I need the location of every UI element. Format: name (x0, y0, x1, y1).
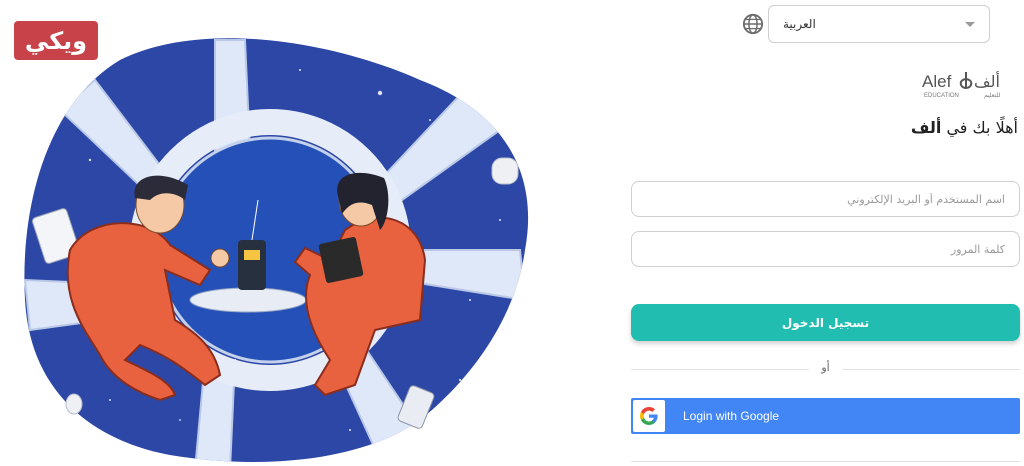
welcome-brand: ألف (910, 118, 942, 137)
chevron-down-icon (965, 21, 975, 27)
username-input[interactable] (631, 181, 1020, 217)
alef-education-logo: Alef ألف EDUCATION للتعليم (922, 71, 1000, 99)
or-divider: أو (631, 360, 1020, 380)
welcome-prefix: أهلًا بك في (946, 118, 1018, 137)
floating-canister (491, 157, 519, 185)
logo-sub-arabic: للتعليم (984, 92, 1000, 99)
login-page: ويكي العربية Alef ألف EDUCATION للتعليم … (0, 0, 1024, 466)
language-select-label: العربية (783, 17, 816, 31)
floating-capsule (65, 393, 83, 415)
or-label: أو (821, 361, 830, 374)
brand-badge[interactable]: ويكي (14, 21, 98, 60)
tablet (318, 237, 364, 283)
google-icon (633, 400, 665, 432)
globe-icon[interactable] (742, 13, 764, 35)
login-button[interactable]: تسجيل الدخول (631, 304, 1020, 341)
password-input[interactable] (631, 231, 1020, 267)
welcome-heading: أهلًا بك في ألف (911, 118, 1018, 137)
logo-sub-latin: EDUCATION (924, 93, 959, 99)
satellite-device (238, 240, 266, 290)
logo-latin: Alef (922, 72, 952, 91)
space-station-scene (24, 38, 529, 462)
bottom-divider (631, 461, 1020, 462)
astronaut-illustration: ويكي (0, 0, 560, 466)
language-select[interactable]: العربية (768, 5, 990, 43)
google-login-label: Login with Google (683, 409, 780, 423)
satellite-dish (189, 287, 307, 313)
google-login-button[interactable]: Login with Google (631, 398, 1020, 434)
logo-arabic: ألف (974, 71, 1000, 91)
